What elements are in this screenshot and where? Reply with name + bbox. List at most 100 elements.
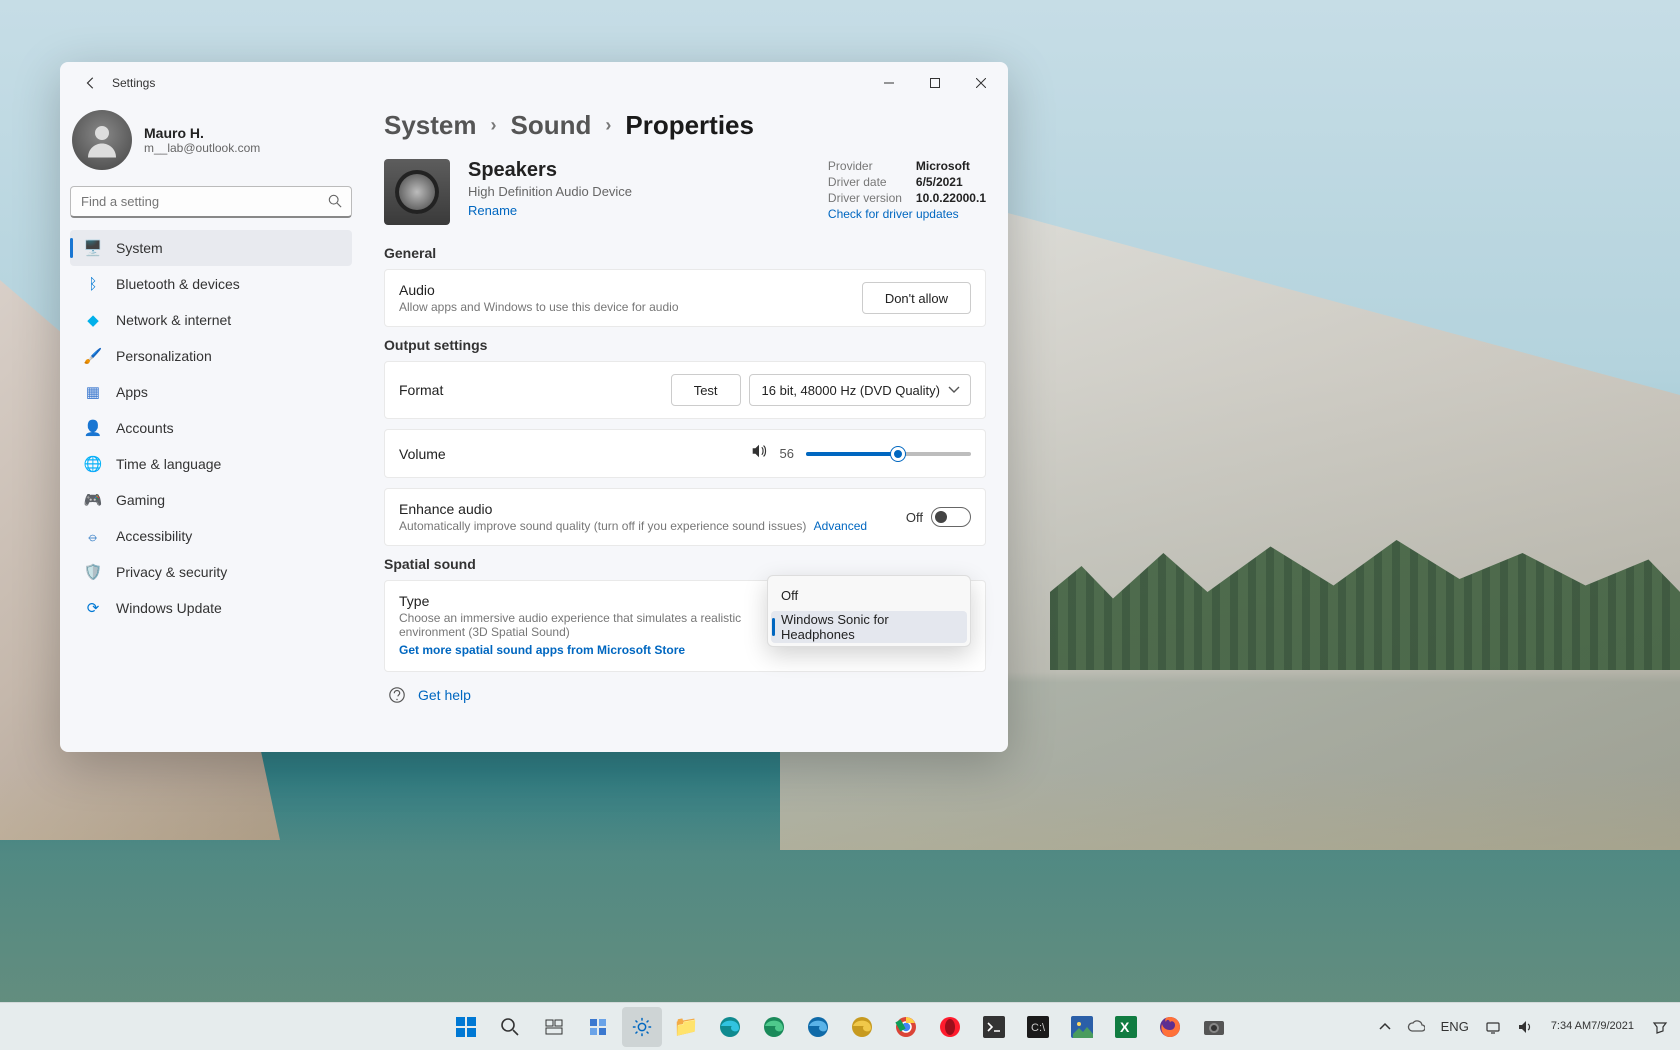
svg-text:C:\: C:\ [1031, 1022, 1046, 1034]
user-card[interactable]: Mauro H. m__lab@outlook.com [70, 104, 352, 184]
taskbar-app-edge-beta[interactable] [798, 1007, 838, 1047]
nav-icon: ⟳ [84, 599, 102, 617]
taskbar-app-edge-canary[interactable] [842, 1007, 882, 1047]
maximize-button[interactable] [912, 67, 958, 99]
taskbar-app-firefox[interactable] [1150, 1007, 1190, 1047]
nav-icon: 🖥️ [84, 239, 102, 257]
maximize-icon [930, 78, 940, 88]
start-button[interactable] [446, 1007, 486, 1047]
tray-onedrive[interactable] [1401, 1007, 1431, 1047]
user-name: Mauro H. [144, 125, 260, 141]
nav-icon: 🌐 [84, 455, 102, 473]
crumb-sound[interactable]: Sound [511, 110, 592, 141]
minimize-button[interactable] [866, 67, 912, 99]
volume-value: 56 [780, 446, 794, 461]
format-dropdown[interactable]: 16 bit, 48000 Hz (DVD Quality) [749, 374, 971, 406]
edge-dev-icon [763, 1016, 785, 1038]
crumb-properties: Properties [625, 110, 754, 141]
help-row: Get help [384, 686, 986, 704]
cloud-icon [1407, 1018, 1425, 1036]
nav-label: Apps [116, 384, 148, 400]
check-driver-updates-link[interactable]: Check for driver updates [828, 207, 959, 221]
tray-overflow[interactable] [1373, 1007, 1397, 1047]
chevron-right-icon: › [491, 115, 497, 136]
taskbar-app-explorer[interactable]: 📁 [666, 1007, 706, 1047]
nav-label: Gaming [116, 492, 165, 508]
sidebar-item-privacy-security[interactable]: 🛡️Privacy & security [70, 554, 352, 590]
nav-icon: 👤 [84, 419, 102, 437]
taskbar-app-opera[interactable] [930, 1007, 970, 1047]
back-button[interactable] [76, 68, 106, 98]
system-tray: ENG 7:34 AM 7/9/2021 [1373, 1007, 1680, 1047]
sidebar-item-apps[interactable]: ▦Apps [70, 374, 352, 410]
breadcrumb: System › Sound › Properties [384, 110, 986, 141]
taskbar-center: 📁 C:\ X [446, 1007, 1234, 1047]
section-general: General [384, 245, 986, 261]
search-icon [328, 194, 342, 213]
taskbar-search[interactable] [490, 1007, 530, 1047]
sidebar-item-bluetooth-devices[interactable]: ᛒBluetooth & devices [70, 266, 352, 302]
sidebar-item-time-language[interactable]: 🌐Time & language [70, 446, 352, 482]
minimize-icon [884, 78, 894, 88]
taskbar-app-chrome[interactable] [886, 1007, 926, 1047]
cmd-icon: C:\ [1027, 1016, 1049, 1038]
taskbar-app-cmd[interactable]: C:\ [1018, 1007, 1058, 1047]
tray-language[interactable]: ENG [1435, 1007, 1475, 1047]
search-input[interactable] [70, 186, 352, 218]
advanced-link[interactable]: Advanced [814, 519, 867, 533]
nav-label: Windows Update [116, 600, 222, 616]
notifications-icon [1652, 1019, 1668, 1035]
window-title: Settings [112, 76, 155, 90]
content: System › Sound › Properties Speakers Hig… [362, 104, 1008, 752]
tray-notifications[interactable] [1646, 1007, 1674, 1047]
nav-label: Accessibility [116, 528, 192, 544]
nav-label: System [116, 240, 163, 256]
nav-icon: 🛡️ [84, 563, 102, 581]
terminal-icon [983, 1016, 1005, 1038]
enhance-toggle[interactable] [931, 507, 971, 527]
widgets[interactable] [578, 1007, 618, 1047]
taskbar-app-settings[interactable] [622, 1007, 662, 1047]
tray-clock[interactable]: 7:34 AM 7/9/2021 [1543, 1007, 1642, 1047]
speaker-icon [384, 159, 450, 225]
close-icon [976, 78, 986, 88]
tray-network[interactable] [1479, 1007, 1507, 1047]
sidebar-item-personalization[interactable]: 🖌️Personalization [70, 338, 352, 374]
get-help-link[interactable]: Get help [418, 687, 471, 703]
nav-icon: ⦵ [84, 527, 102, 545]
store-link[interactable]: Get more spatial sound apps from Microso… [399, 643, 685, 657]
crumb-system[interactable]: System [384, 110, 477, 141]
folder-icon: 📁 [674, 1014, 699, 1039]
driver-info: ProviderMicrosoft Driver date6/5/2021 Dr… [828, 159, 986, 225]
rename-link[interactable]: Rename [468, 203, 517, 218]
chevron-up-icon [1379, 1021, 1391, 1033]
taskbar-app-excel[interactable]: X [1106, 1007, 1146, 1047]
task-view[interactable] [534, 1007, 574, 1047]
taskbar-app-camera[interactable] [1194, 1007, 1234, 1047]
sidebar-item-accessibility[interactable]: ⦵ Accessibility [70, 518, 352, 554]
close-button[interactable] [958, 67, 1004, 99]
device-subtitle: High Definition Audio Device [468, 184, 810, 199]
taskbar-app-edge-dev[interactable] [754, 1007, 794, 1047]
enhance-toggle-label: Off [906, 510, 923, 525]
menu-item-off[interactable]: Off [771, 579, 967, 611]
sidebar-item-network-internet[interactable]: ◆Network & internet [70, 302, 352, 338]
taskbar: 📁 C:\ X ENG 7:34 AM 7/9/2021 [0, 1002, 1680, 1050]
volume-slider[interactable] [806, 452, 971, 456]
taskbar-app-terminal[interactable] [974, 1007, 1014, 1047]
sidebar-item-windows-update[interactable]: ⟳ Windows Update [70, 590, 352, 626]
sidebar-item-accounts[interactable]: 👤 Accounts [70, 410, 352, 446]
device-name: Speakers [468, 159, 810, 182]
settings-window: Settings Mauro H. m__lab@outlook.com [60, 62, 1008, 752]
test-button[interactable]: Test [671, 374, 741, 406]
tray-volume[interactable] [1511, 1007, 1539, 1047]
sidebar-item-gaming[interactable]: 🎮Gaming [70, 482, 352, 518]
taskbar-app-edge[interactable] [710, 1007, 750, 1047]
volume-icon[interactable] [750, 442, 768, 465]
taskbar-app-photos[interactable] [1062, 1007, 1102, 1047]
edge-canary-icon [851, 1016, 873, 1038]
menu-item-windows-sonic[interactable]: Windows Sonic for Headphones [771, 611, 967, 643]
nav-label: Accounts [116, 420, 174, 436]
sidebar-item-system[interactable]: 🖥️ System [70, 230, 352, 266]
dont-allow-button[interactable]: Don't allow [862, 282, 971, 314]
